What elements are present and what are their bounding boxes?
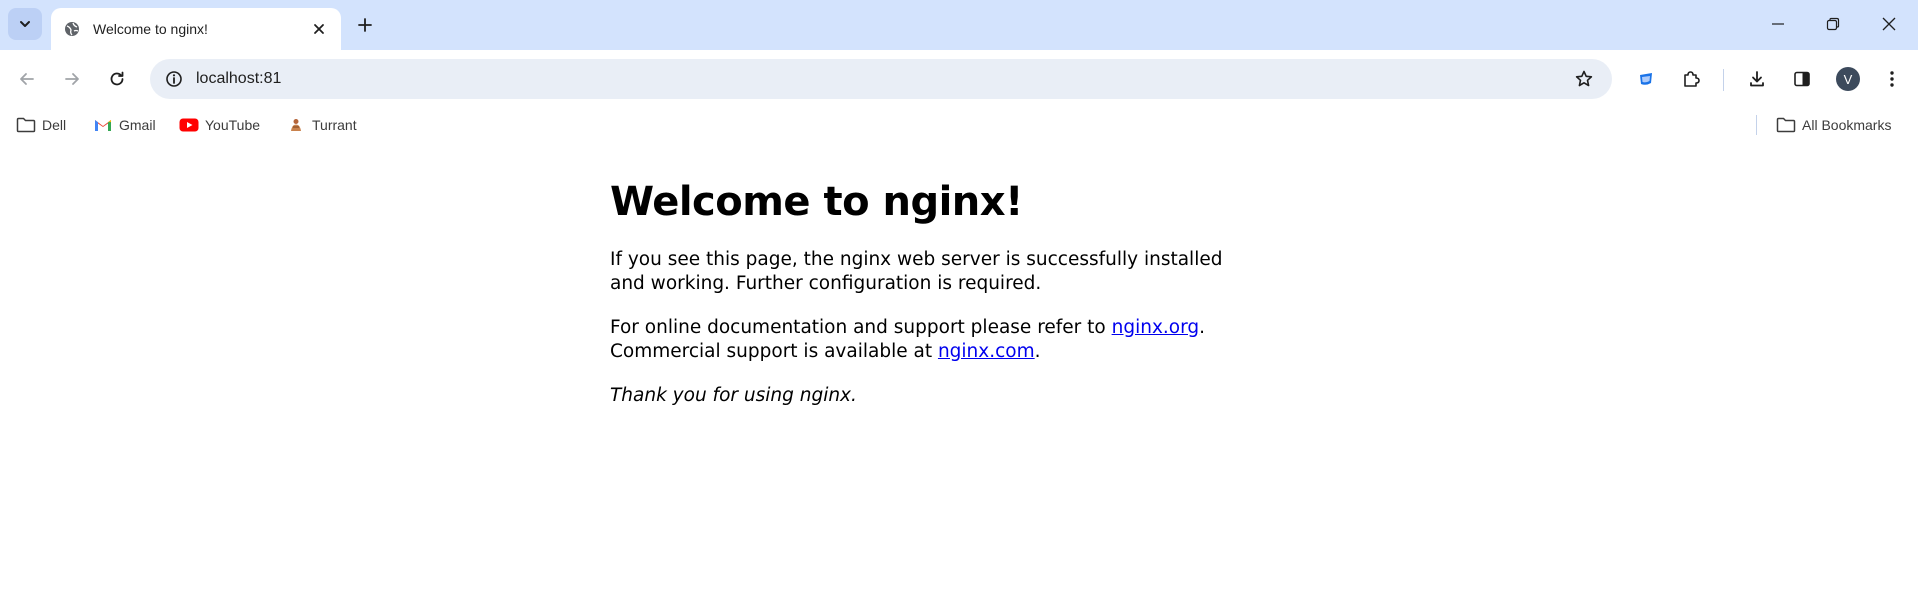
youtube-icon <box>179 116 199 134</box>
toolbar-divider <box>1723 69 1724 91</box>
tab-strip: Welcome to nginx! <box>0 0 1918 50</box>
browser-toolbar: localhost:81 V <box>0 50 1918 108</box>
all-bookmarks-button[interactable]: All Bookmarks <box>1776 113 1891 137</box>
chevron-down-icon <box>20 21 30 27</box>
profile-avatar[interactable]: V <box>1836 67 1860 91</box>
thanks-paragraph: Thank you for using nginx. <box>610 384 1260 408</box>
support-text: For online documentation and support ple… <box>610 317 1112 338</box>
bookmark-star-icon[interactable] <box>1570 65 1598 93</box>
active-tab[interactable]: Welcome to nginx! <box>51 8 341 50</box>
support-period: . <box>1199 317 1206 338</box>
commercial-text: Commercial support is available at <box>610 341 938 362</box>
reload-icon <box>110 71 124 86</box>
bookmark-label: Dell <box>42 117 67 133</box>
support-paragraph: For online documentation and support ple… <box>610 316 1260 364</box>
site-info-icon[interactable] <box>160 65 188 93</box>
bookmark-youtube[interactable]: YouTube <box>179 113 260 137</box>
plus-icon <box>358 18 372 32</box>
url-text[interactable]: localhost:81 <box>196 59 281 99</box>
minimize-button[interactable] <box>1755 0 1801 48</box>
kebab-menu-icon[interactable] <box>1876 63 1908 95</box>
side-panel-icon[interactable] <box>1786 63 1818 95</box>
all-bookmarks-label: All Bookmarks <box>1802 117 1892 133</box>
forward-button[interactable] <box>56 63 88 95</box>
tab-title: Welcome to nginx! <box>93 21 208 37</box>
new-tab-button[interactable] <box>351 11 379 39</box>
address-bar[interactable]: localhost:81 <box>150 59 1612 99</box>
bookmarks-bar: Dell Gmail YouTube Turrant All Bookmarks <box>0 108 1918 142</box>
page-heading: Welcome to nginx! <box>610 179 1023 225</box>
folder-icon <box>16 116 36 134</box>
commercial-period: . <box>1034 341 1041 362</box>
extension-icon[interactable] <box>1630 63 1662 95</box>
turrant-icon <box>286 116 306 134</box>
download-icon[interactable] <box>1741 63 1773 95</box>
bookmark-label: YouTube <box>205 117 261 133</box>
restore-button[interactable] <box>1810 0 1856 48</box>
minimize-icon <box>1772 23 1784 25</box>
bookmark-label: Turrant <box>312 117 357 133</box>
close-icon <box>1882 17 1896 31</box>
page-content: Welcome to nginx! If you see this page, … <box>610 170 1260 408</box>
restore-icon <box>1826 17 1840 31</box>
gmail-icon <box>93 116 113 134</box>
back-button[interactable] <box>11 63 43 95</box>
extensions-puzzle-icon[interactable] <box>1675 63 1707 95</box>
bookmarks-divider <box>1756 115 1757 135</box>
tab-search-button[interactable] <box>8 8 42 40</box>
bookmark-gmail[interactable]: Gmail <box>93 113 156 137</box>
folder-icon <box>1776 116 1796 134</box>
arrow-left-icon <box>20 73 34 85</box>
bookmark-turrant[interactable]: Turrant <box>286 113 357 137</box>
arrow-right-icon <box>65 73 79 85</box>
nginx-com-link[interactable]: nginx.com <box>938 341 1035 362</box>
thanks-text: Thank you for using nginx. <box>610 385 857 406</box>
close-window-button[interactable] <box>1866 0 1912 48</box>
bookmark-label: Gmail <box>119 117 156 133</box>
close-tab-icon[interactable] <box>307 17 331 41</box>
reload-button[interactable] <box>101 63 133 95</box>
bookmark-dell[interactable]: Dell <box>16 113 66 137</box>
nginx-org-link[interactable]: nginx.org <box>1112 317 1200 338</box>
intro-paragraph: If you see this page, the nginx web serv… <box>610 249 1223 294</box>
globe-icon <box>63 20 81 38</box>
